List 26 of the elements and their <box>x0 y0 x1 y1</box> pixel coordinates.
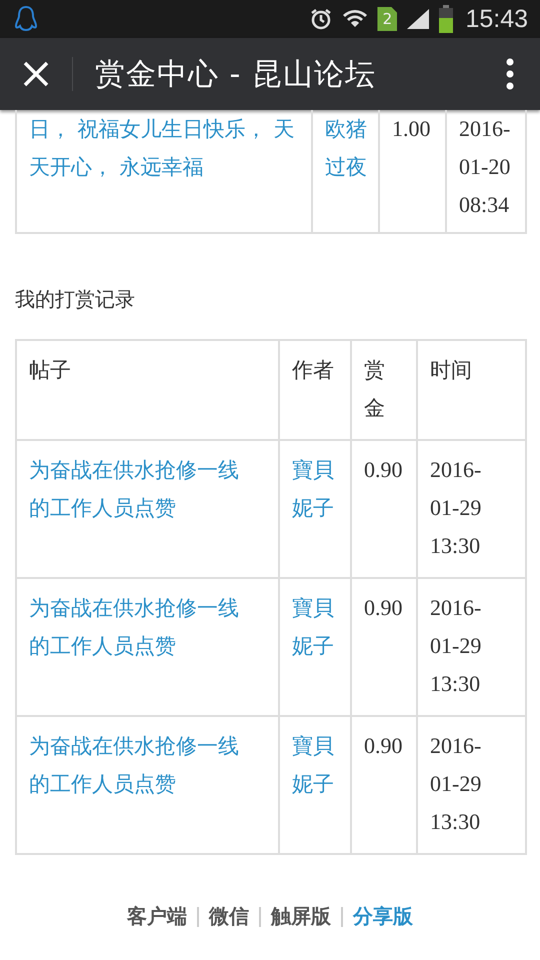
time-text: 2016-01-29 13:30 <box>430 732 482 836</box>
signal-icon <box>405 7 432 31</box>
footer-link[interactable]: 触屏版 <box>261 903 341 930</box>
column-header: 赏金 <box>364 357 386 422</box>
alarm-clock-icon <box>309 7 334 31</box>
amount-text: 0.90 <box>364 594 404 622</box>
time-text: 2016-01-29 13:30 <box>430 594 482 698</box>
section-title: 我的打赏记录 <box>15 286 136 313</box>
clock-text: 15:43 <box>465 4 528 34</box>
amount-text: 0.90 <box>364 732 404 760</box>
amount-text: 0.90 <box>364 456 404 484</box>
footer-link[interactable]: 微信 <box>199 903 259 930</box>
penguin-icon <box>14 5 38 33</box>
column-header: 作者 <box>292 357 335 384</box>
footer-link[interactable]: 分享版 <box>343 903 423 930</box>
more-icon <box>506 58 514 90</box>
page-title: 赏金中心 - 昆山论坛 <box>95 56 377 94</box>
time-text: 2016-01-29 13:30 <box>430 456 482 560</box>
sim-card-icon: 2 <box>377 7 398 31</box>
amount-text: 1.00 <box>392 115 432 143</box>
footer-link[interactable]: 客户端 <box>117 903 197 930</box>
column-header: 帖子 <box>29 357 72 384</box>
column-header: 时间 <box>430 357 473 384</box>
time-text: 2016-01-20 08:34 <box>459 115 512 219</box>
close-icon <box>22 60 50 88</box>
battery-icon <box>439 5 454 33</box>
